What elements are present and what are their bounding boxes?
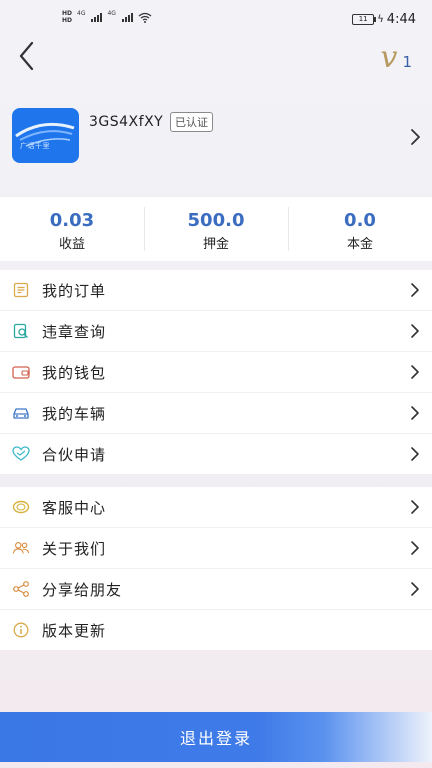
info-icon [12, 621, 30, 639]
avatar: 广话千里 [12, 108, 79, 163]
stat-label: 押金 [202, 237, 229, 252]
chevron-right-icon [411, 541, 419, 555]
status-bar: HD HD 4G 4G 11 ϟ 4:44 [0, 0, 432, 40]
stat-value: 0.0 [344, 210, 376, 231]
network-type-label: 4G [77, 10, 86, 17]
stat-value: 500.0 [187, 210, 245, 231]
chevron-right-icon [411, 500, 419, 514]
logo-swoosh-icon [15, 122, 75, 147]
chevron-right-icon [411, 406, 419, 420]
menu-item-partnership[interactable]: 合伙申请 [0, 434, 432, 474]
status-bar-right: 11 ϟ 4:44 [352, 12, 416, 27]
violation-search-icon [12, 322, 30, 340]
menu-item-label: 我的订单 [42, 281, 107, 300]
stat-deposit[interactable]: 500.0 押金 [144, 197, 288, 261]
menu-item-about-us[interactable]: 关于我们 [0, 528, 432, 569]
cell-signal-icon [91, 12, 103, 22]
customer-service-icon [12, 498, 30, 516]
menu-item-label: 我的车辆 [42, 404, 107, 423]
partnership-heart-icon [12, 445, 30, 463]
secondary-menu: 客服中心 关于我们 分享给朋友 版本更新 [0, 487, 432, 650]
vip-level: 1 [402, 53, 412, 71]
menu-item-label: 版本更新 [42, 621, 107, 640]
chevron-right-icon [411, 447, 419, 461]
stats-bar: 0.03 收益 500.0 押金 0.0 本金 [0, 196, 432, 261]
chevron-right-icon [411, 365, 419, 379]
menu-item-version-update[interactable]: 版本更新 [0, 610, 432, 650]
menu-item-my-vehicle[interactable]: 我的车辆 [0, 393, 432, 434]
vip-icon: v [380, 40, 398, 75]
profile-card[interactable]: 广话千里 3GS4XfXY 已认证 [0, 100, 432, 196]
cell-signal-icon [121, 12, 133, 22]
menu-item-my-wallet[interactable]: 我的钱包 [0, 352, 432, 393]
avatar-logo-text: 广话千里 [20, 142, 50, 150]
status-bar-signals: HD HD 4G 4G [62, 10, 152, 24]
logout-button[interactable]: 退出登录 [0, 712, 432, 762]
chevron-right-icon [411, 324, 419, 338]
menu-item-customer-service[interactable]: 客服中心 [0, 487, 432, 528]
order-list-icon [12, 281, 30, 299]
top-bar: v 1 [0, 40, 432, 75]
clock: 4:44 [386, 12, 416, 27]
menu-item-label: 违章查询 [42, 322, 107, 341]
car-icon [12, 404, 30, 422]
menu-item-my-orders[interactable]: 我的订单 [0, 270, 432, 311]
wallet-icon [12, 363, 30, 381]
logout-label: 退出登录 [179, 729, 252, 748]
username: 3GS4XfXY [89, 114, 164, 130]
verified-badge: 已认证 [170, 112, 213, 132]
menu-item-label: 合伙申请 [42, 445, 107, 464]
chevron-right-icon [411, 283, 419, 297]
menu-item-label: 关于我们 [42, 539, 107, 558]
stat-value: 0.03 [49, 210, 95, 231]
menu-item-label: 分享给朋友 [42, 580, 123, 599]
chevron-right-icon [411, 582, 419, 596]
charging-icon: ϟ [377, 14, 384, 25]
network-type-label: 4G [107, 10, 116, 17]
hd-indicator: HD [62, 17, 73, 24]
stat-label: 本金 [346, 237, 373, 252]
menu-item-label: 我的钱包 [42, 363, 107, 382]
back-arrow-icon[interactable] [14, 40, 42, 70]
battery-icon: 11 [352, 14, 377, 25]
about-us-icon [12, 539, 30, 557]
menu-item-share[interactable]: 分享给朋友 [0, 569, 432, 610]
stat-label: 收益 [58, 237, 85, 252]
chevron-right-icon [411, 129, 420, 145]
menu-item-label: 客服中心 [42, 498, 107, 517]
hd-indicator: HD [62, 10, 73, 17]
wifi-icon [138, 12, 152, 23]
hd-indicators: HD HD [62, 10, 72, 24]
share-icon [12, 580, 30, 598]
stat-principal[interactable]: 0.0 本金 [288, 197, 432, 261]
stat-earnings[interactable]: 0.03 收益 [0, 197, 144, 261]
menu-item-violation-search[interactable]: 违章查询 [0, 311, 432, 352]
primary-menu: 我的订单 违章查询 我的钱包 我的车辆 合伙申请 [0, 270, 432, 474]
vip-level-badge[interactable]: v 1 [381, 40, 413, 75]
